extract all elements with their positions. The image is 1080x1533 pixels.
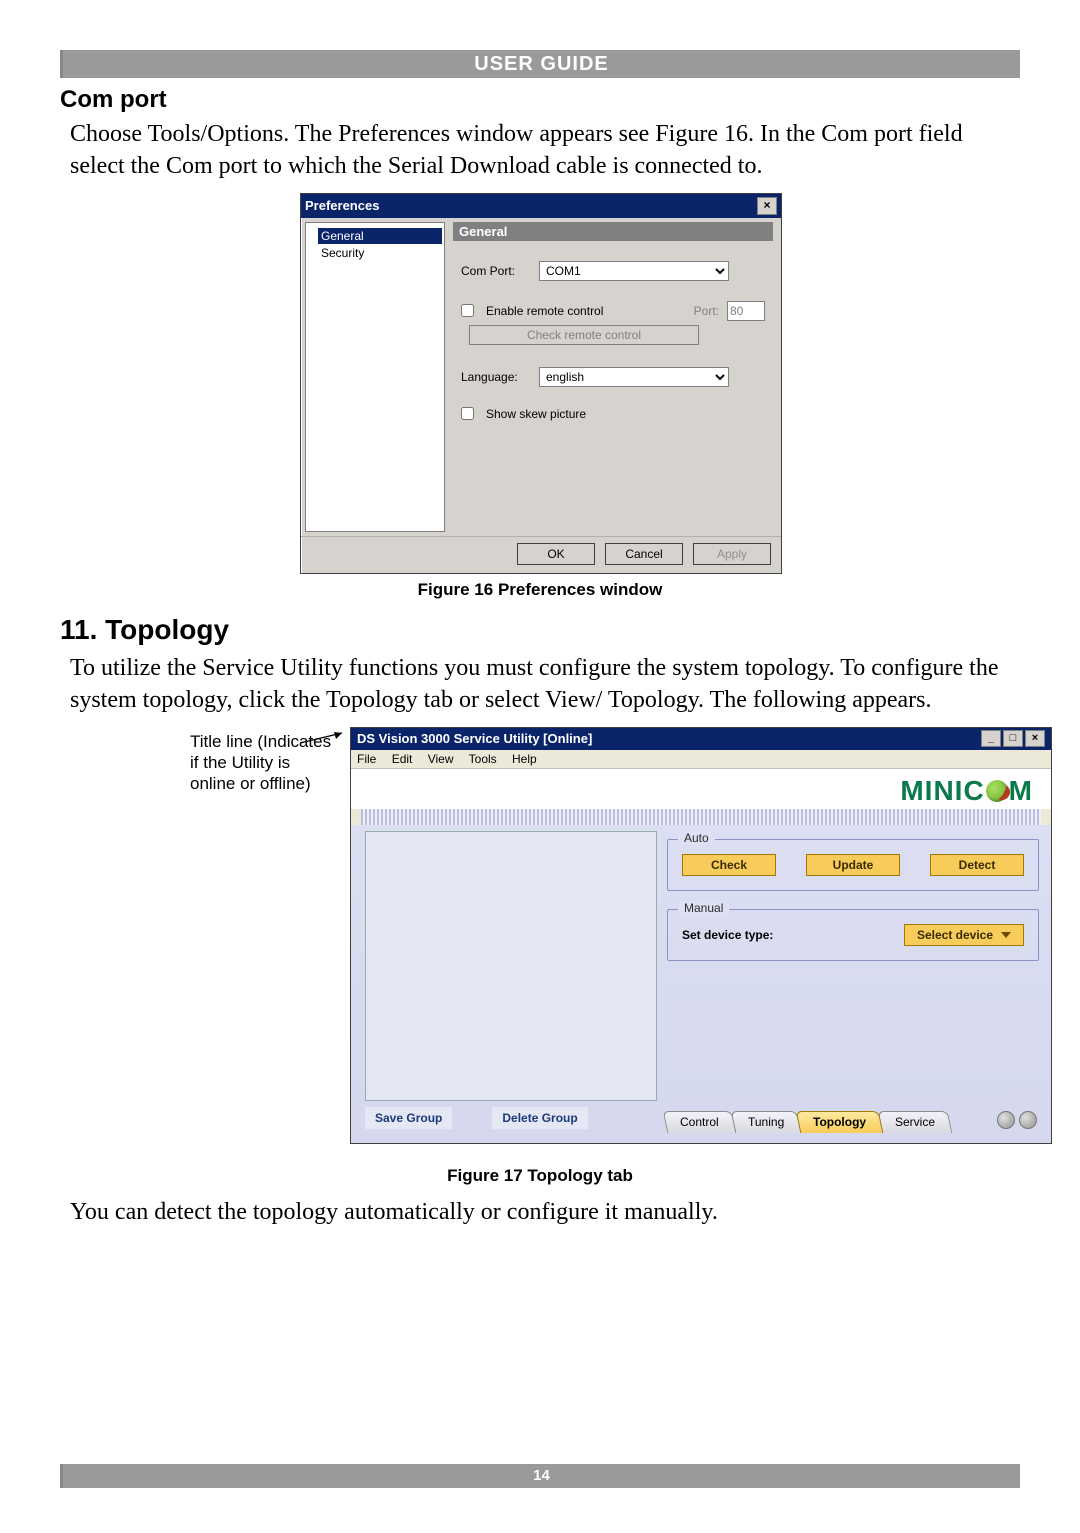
select-device-button[interactable]: Select device — [904, 924, 1024, 946]
cancel-button[interactable]: Cancel — [605, 543, 683, 565]
menu-edit[interactable]: Edit — [392, 752, 413, 766]
footer-band: 14 — [60, 1464, 1020, 1488]
tree-node-general[interactable]: General — [318, 228, 442, 244]
delete-group-button[interactable]: Delete Group — [492, 1107, 587, 1129]
tab-topology[interactable]: Topology — [796, 1111, 884, 1133]
enable-remote-label: Enable remote control — [486, 304, 603, 318]
maximize-icon[interactable]: □ — [1003, 730, 1023, 747]
topology-titlebar[interactable]: DS Vision 3000 Service Utility [Online] … — [351, 728, 1051, 750]
com-port-label: Com Port: — [461, 264, 531, 278]
callout-title-line: Title line (Indicates if the Utility is … — [190, 731, 340, 795]
callout-arrow-icon — [300, 729, 350, 749]
preferences-title: Preferences — [305, 198, 379, 213]
nav-next-icon[interactable] — [1019, 1111, 1037, 1129]
manual-group: Manual Set device type: Select device — [667, 909, 1039, 961]
auto-group: Auto Check Update Detect — [667, 839, 1039, 891]
figure-17-caption: Figure 17 Topology tab — [60, 1166, 1020, 1186]
brand-globe-icon — [986, 780, 1008, 802]
para-topology-detect: You can detect the topology automaticall… — [70, 1196, 1010, 1228]
para-com-port: Choose Tools/Options. The Preferences wi… — [70, 118, 1010, 183]
preferences-tree[interactable]: General Security — [305, 222, 445, 532]
language-select[interactable]: english — [539, 367, 729, 387]
minimize-icon[interactable]: _ — [981, 730, 1001, 747]
check-button[interactable]: Check — [682, 854, 776, 876]
para-topology-intro: To utilize the Service Utility functions… — [70, 652, 1010, 717]
save-group-button[interactable]: Save Group — [365, 1107, 452, 1129]
menubar[interactable]: File Edit View Tools Help — [351, 750, 1051, 769]
language-label: Language: — [461, 370, 531, 384]
tab-strip: Control Tuning Topology Service — [665, 1111, 949, 1133]
tab-tuning[interactable]: Tuning — [731, 1111, 802, 1133]
panel-title-general: General — [453, 222, 773, 241]
apply-button: Apply — [693, 543, 771, 565]
tab-service[interactable]: Service — [878, 1111, 953, 1133]
set-device-label: Set device type: — [682, 928, 773, 942]
auto-legend: Auto — [678, 831, 715, 845]
nav-prev-icon[interactable] — [997, 1111, 1015, 1129]
port-field — [727, 301, 765, 321]
close-icon[interactable]: × — [757, 197, 777, 215]
enable-remote-checkbox[interactable] — [461, 304, 474, 317]
update-button[interactable]: Update — [806, 854, 900, 876]
menu-help[interactable]: Help — [512, 752, 537, 766]
heading-com-port: Com port — [60, 86, 1020, 114]
show-skew-checkbox[interactable] — [461, 407, 474, 420]
ok-button[interactable]: OK — [517, 543, 595, 565]
menu-file[interactable]: File — [357, 752, 376, 766]
preferences-dialog: Preferences × General Security General C… — [300, 193, 782, 574]
show-skew-label: Show skew picture — [486, 407, 586, 421]
tree-node-security[interactable]: Security — [318, 245, 442, 261]
detect-button[interactable]: Detect — [930, 854, 1024, 876]
port-label: Port: — [694, 304, 719, 318]
menu-tools[interactable]: Tools — [469, 752, 497, 766]
com-port-select[interactable]: COM1 — [539, 261, 729, 281]
preferences-titlebar[interactable]: Preferences × — [301, 194, 781, 218]
menu-view[interactable]: View — [428, 752, 454, 766]
decoration-stripes — [361, 809, 1041, 825]
chevron-down-icon — [1001, 932, 1011, 938]
figure-16-caption: Figure 16 Preferences window — [60, 580, 1020, 600]
topology-tree-pane[interactable] — [365, 831, 657, 1101]
tab-control[interactable]: Control — [663, 1111, 736, 1133]
heading-topology: 11. Topology — [60, 614, 1020, 646]
check-remote-button: Check remote control — [469, 325, 699, 345]
brand-logo: MINICM — [900, 775, 1033, 807]
manual-legend: Manual — [678, 901, 729, 915]
topology-title: DS Vision 3000 Service Utility [Online] — [357, 731, 592, 746]
topology-window: DS Vision 3000 Service Utility [Online] … — [350, 727, 1052, 1144]
header-band: USER GUIDE — [60, 50, 1020, 78]
close-icon[interactable]: × — [1025, 730, 1045, 747]
